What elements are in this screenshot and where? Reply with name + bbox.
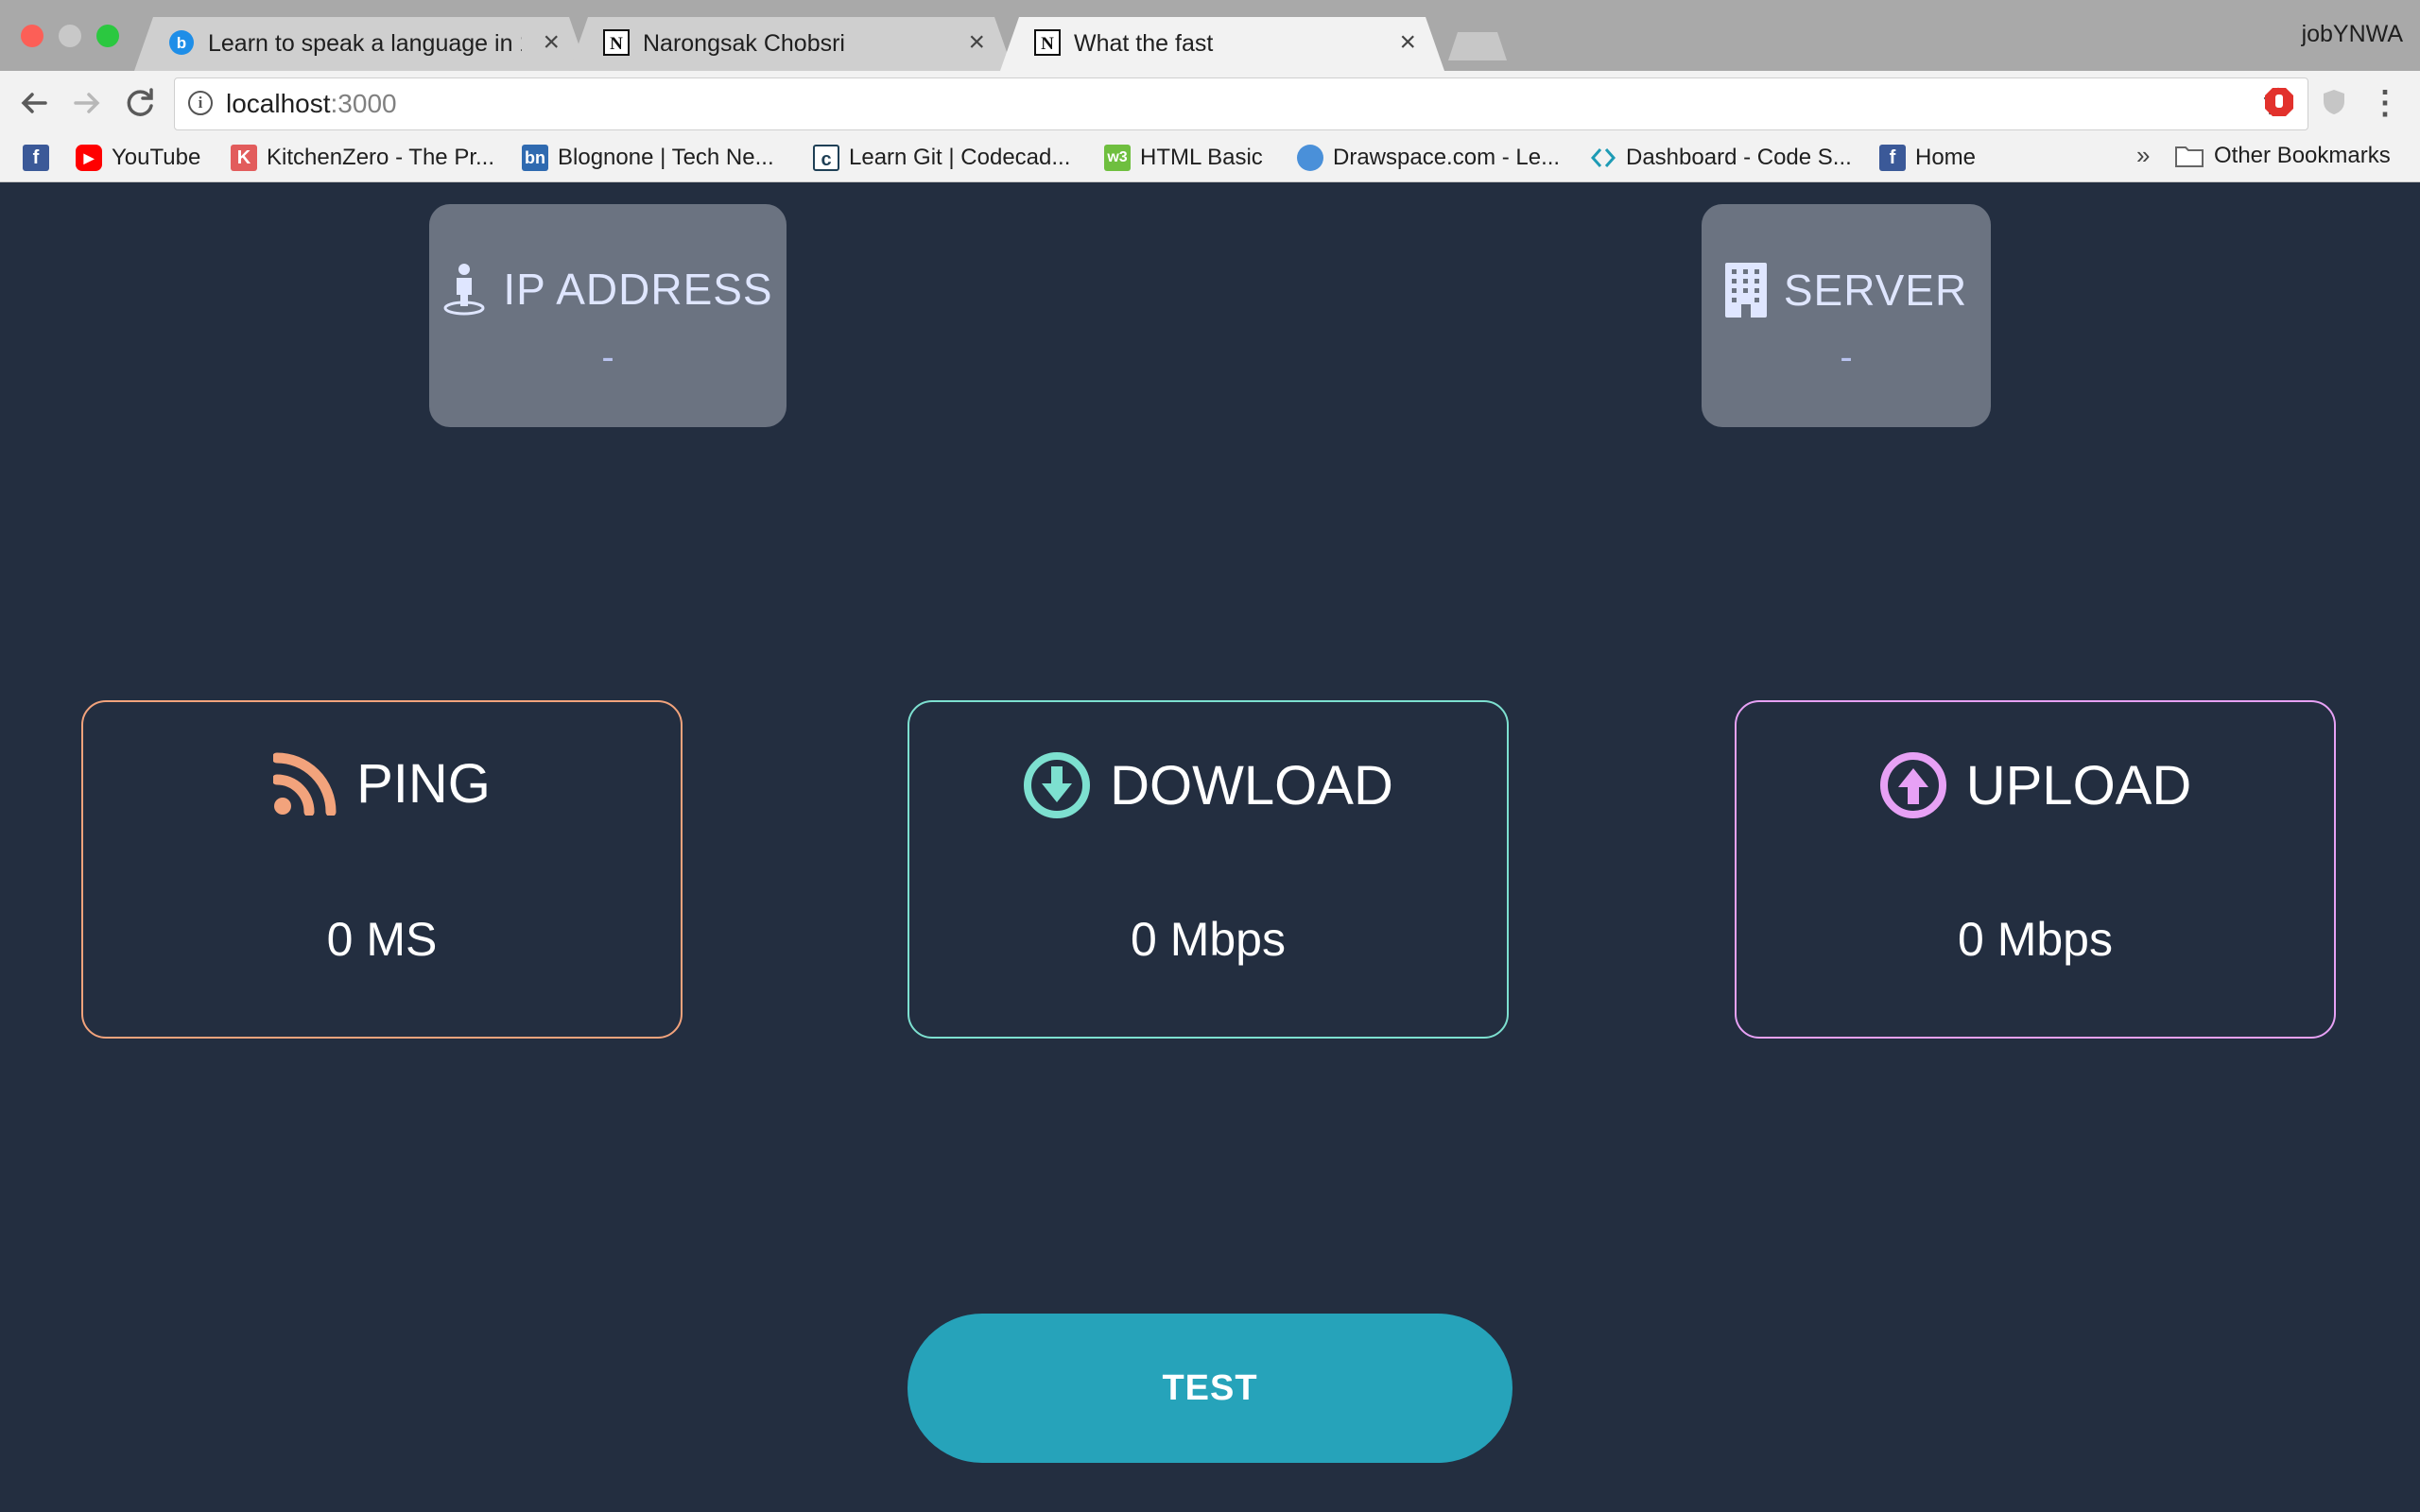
other-bookmarks-folder[interactable]: Other Bookmarks — [2174, 143, 2391, 169]
upload-label: UPLOAD — [1965, 754, 2192, 816]
bookmarks-bar: f ▶ YouTube K KitchenZero - The Pr... bn… — [0, 135, 2420, 182]
profile-name[interactable]: jobYNWA — [2302, 21, 2403, 48]
adblock-extension-icon[interactable] — [2263, 86, 2295, 118]
bookmark-drawspace[interactable]: Drawspace.com - Le... — [1297, 143, 1560, 173]
upload-circle-icon — [1879, 752, 1946, 818]
shield-extension-icon[interactable] — [2318, 86, 2350, 118]
test-button[interactable]: TEST — [908, 1314, 1512, 1463]
ip-address-label: IP ADDRESS — [503, 265, 773, 314]
ip-address-value: - — [601, 336, 614, 378]
kitchenzero-icon: K — [231, 145, 257, 171]
bookmark-home[interactable]: f Home — [1879, 143, 1976, 173]
download-label: DOWLOAD — [1110, 754, 1393, 816]
bookmark-label: Drawspace.com - Le... — [1333, 145, 1561, 170]
bookmarks-overflow-button[interactable]: » — [2136, 141, 2150, 170]
tab-title: What the fast — [1074, 30, 1214, 57]
drawspace-icon — [1297, 145, 1323, 171]
server-card: SERVER - — [1702, 204, 1991, 427]
upload-card: UPLOAD 0 Mbps — [1735, 700, 2336, 1039]
bookmark-label: Dashboard - Code S... — [1626, 145, 1852, 170]
tab-what-the-fast[interactable]: N What the fast × — [1000, 17, 1444, 71]
download-value: 0 Mbps — [1131, 913, 1286, 966]
bookmark-label: HTML Basic — [1140, 145, 1263, 170]
facebook-icon: f — [23, 145, 49, 171]
bookmark-blognone[interactable]: bn Blognone | Tech Ne... — [522, 143, 774, 173]
minimize-window-button[interactable] — [59, 25, 81, 47]
bookmark-youtube[interactable]: ▶ YouTube — [76, 143, 200, 173]
tab-close-button[interactable]: × — [968, 26, 985, 59]
folder-icon — [2175, 146, 2204, 167]
codecademy-icon: c — [813, 145, 839, 171]
bookmark-label: Blognone | Tech Ne... — [558, 145, 774, 170]
forward-icon[interactable] — [68, 84, 106, 122]
server-value: - — [1840, 336, 1853, 378]
tab-title: Learn to speak a language in 10 — [208, 30, 522, 57]
ip-address-card: IP ADDRESS - — [429, 204, 786, 427]
tab-title: Narongsak Chobsri — [643, 30, 845, 57]
browser-chrome: b Learn to speak a language in 10 × N Na… — [0, 0, 2420, 182]
building-icon — [1724, 263, 1767, 318]
tab-close-button[interactable]: × — [543, 26, 560, 59]
ping-value: 0 MS — [326, 913, 438, 966]
download-circle-icon — [1024, 752, 1091, 818]
address-url: localhost:3000 — [226, 89, 397, 118]
upload-value: 0 Mbps — [1958, 913, 2113, 966]
code-school-icon — [1590, 148, 1616, 167]
bookmark-facebook[interactable]: f — [23, 143, 49, 173]
browser-toolbar: i localhost:3000 ⋮ — [0, 71, 2420, 135]
bookmark-html-basic[interactable]: w3 HTML Basic — [1104, 143, 1263, 173]
notion-favicon-icon: N — [1034, 29, 1061, 56]
w3schools-icon: w3 — [1104, 145, 1131, 171]
facebook-icon: f — [1879, 145, 1906, 171]
tab-learn-language[interactable]: b Learn to speak a language in 10 × — [134, 17, 588, 71]
close-window-button[interactable] — [21, 25, 43, 47]
notion-favicon-icon: N — [603, 29, 630, 56]
bookmark-label: Learn Git | Codecad... — [849, 145, 1071, 170]
reload-icon[interactable] — [121, 84, 159, 122]
bookmark-kitchenzero[interactable]: K KitchenZero - The Pr... — [231, 143, 494, 173]
youtube-icon: ▶ — [76, 145, 102, 171]
tab-strip: b Learn to speak a language in 10 × N Na… — [0, 0, 2420, 71]
bookmark-label: KitchenZero - The Pr... — [267, 145, 494, 170]
new-tab-button[interactable] — [1448, 32, 1507, 60]
bookmark-label: Home — [1915, 145, 1977, 170]
rss-icon — [273, 752, 337, 816]
svg-text:N: N — [1041, 34, 1054, 54]
person-pin-icon — [443, 264, 485, 316]
bookmark-label: YouTube — [112, 145, 201, 170]
other-bookmarks-label: Other Bookmarks — [2214, 143, 2391, 168]
download-card: DOWLOAD 0 Mbps — [908, 700, 1509, 1039]
svg-text:b: b — [177, 34, 186, 52]
bing-favicon-icon: b — [168, 29, 195, 56]
bookmark-code-school[interactable]: Dashboard - Code S... — [1590, 143, 1852, 173]
back-icon[interactable] — [15, 84, 53, 122]
browser-menu-icon[interactable]: ⋮ — [2369, 84, 2401, 122]
tab-close-button[interactable]: × — [1399, 26, 1416, 59]
address-bar[interactable]: i localhost:3000 — [174, 77, 2308, 130]
ping-label: PING — [356, 752, 491, 815]
server-label: SERVER — [1783, 266, 1968, 315]
blognone-icon: bn — [522, 145, 548, 171]
svg-text:N: N — [610, 34, 623, 54]
tab-narongsak[interactable]: N Narongsak Chobsri × — [569, 17, 1013, 71]
ping-card: PING 0 MS — [81, 700, 683, 1039]
site-info-icon[interactable]: i — [188, 91, 213, 115]
maximize-window-button[interactable] — [96, 25, 119, 47]
bookmark-codecademy[interactable]: c Learn Git | Codecad... — [813, 143, 1070, 173]
page-content: IP ADDRESS - SERVER - PING 0 MS DOWLOAD … — [0, 182, 2420, 1512]
